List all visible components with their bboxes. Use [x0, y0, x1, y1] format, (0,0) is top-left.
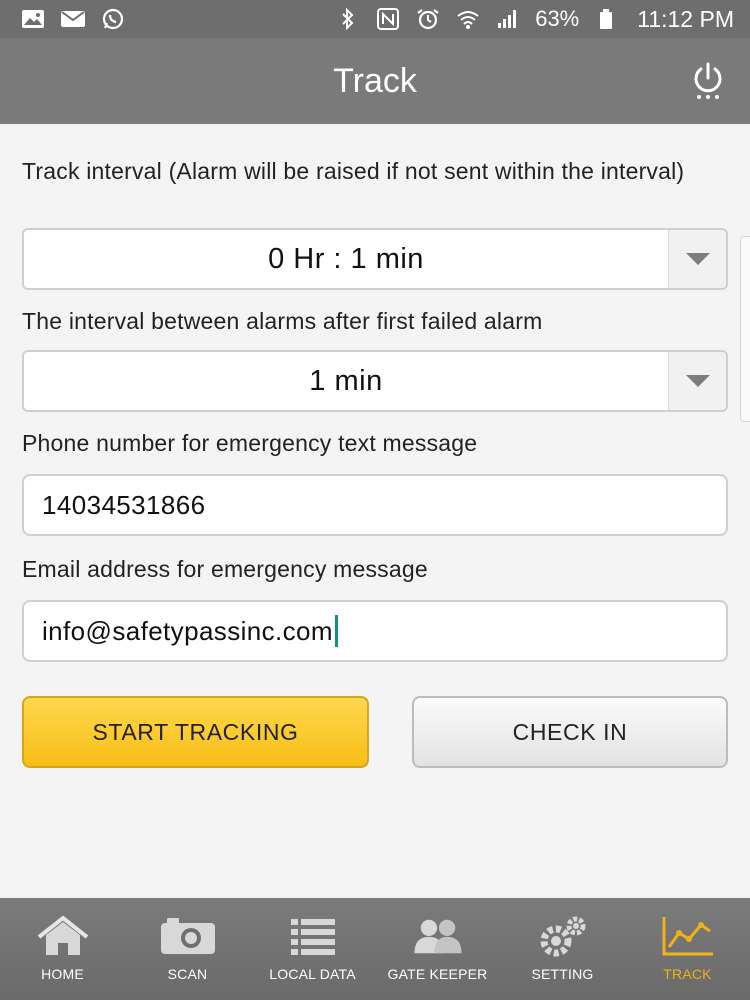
nav-label-gate-keeper: GATE KEEPER	[387, 966, 488, 982]
chevron-down-icon	[668, 352, 726, 410]
nav-label-track: TRACK	[663, 966, 712, 982]
nav-label-home: HOME	[41, 966, 84, 982]
title-bar: Track	[0, 38, 750, 124]
phone-value: 14034531866	[42, 489, 206, 520]
email-field[interactable]: info@safetypassinc.com	[22, 600, 728, 662]
image-icon	[20, 8, 46, 30]
power-icon	[690, 60, 726, 105]
alarm-icon	[415, 8, 441, 30]
text-caret	[334, 615, 338, 647]
email-label: Email address for emergency message	[22, 556, 428, 582]
gears-icon	[534, 914, 592, 958]
status-time: 11:12 PM	[637, 5, 734, 32]
whatsapp-icon	[100, 8, 126, 30]
side-scroll-handle[interactable]	[740, 236, 750, 422]
track-form: Track interval (Alarm will be raised if …	[0, 124, 750, 898]
track-interval-dropdown[interactable]: 0 Hr : 1 min	[22, 228, 728, 290]
power-button[interactable]	[688, 60, 728, 104]
alarm-interval-dropdown[interactable]: 1 min	[22, 350, 728, 412]
nav-item-scan[interactable]: SCAN	[125, 898, 250, 1000]
check-in-button[interactable]: CHECK IN	[412, 696, 728, 768]
battery-percent: 63%	[535, 6, 580, 31]
battery-icon	[593, 8, 619, 30]
nav-item-track[interactable]: TRACK	[625, 898, 750, 1000]
nav-item-home[interactable]: HOME	[0, 898, 125, 1000]
track-interval-label: Track interval (Alarm will be raised if …	[22, 158, 685, 184]
nfc-icon	[375, 8, 401, 30]
home-icon	[34, 914, 92, 958]
alarm-interval-value: 1 min	[309, 364, 383, 397]
chevron-down-icon	[668, 230, 726, 288]
signal-icon	[495, 8, 521, 30]
start-tracking-button[interactable]: START TRACKING	[22, 696, 369, 768]
phone-field[interactable]: 14034531866	[22, 474, 728, 536]
status-right: 63% 11:12 PM	[335, 6, 734, 33]
track-interval-value: 0 Hr : 1 min	[268, 242, 424, 275]
nav-label-scan: SCAN	[167, 966, 208, 982]
nav-label-local-data: LOCAL DATA	[269, 966, 356, 982]
list-icon	[284, 914, 342, 958]
bluetooth-icon	[335, 8, 361, 30]
email-value: info@safetypassinc.com	[42, 615, 333, 646]
alarm-interval-label: The interval between alarms after first …	[22, 308, 543, 334]
camera-icon	[159, 914, 217, 958]
nav-label-setting: SETTING	[531, 966, 594, 982]
phone-label: Phone number for emergency text message	[22, 430, 478, 456]
wifi-icon	[455, 8, 481, 30]
bottom-nav: HOME SCAN LOCAL DATA GATE KEEPER SETTING…	[0, 898, 750, 1000]
chart-icon	[659, 914, 717, 958]
status-left	[20, 8, 126, 30]
nav-item-gate-keeper[interactable]: GATE KEEPER	[375, 898, 500, 1000]
status-bar: 63% 11:12 PM	[0, 0, 750, 38]
page-title: Track	[333, 61, 417, 100]
users-icon	[409, 914, 467, 958]
nav-item-local-data[interactable]: LOCAL DATA	[250, 898, 375, 1000]
nav-item-setting[interactable]: SETTING	[500, 898, 625, 1000]
mail-icon	[60, 8, 86, 30]
